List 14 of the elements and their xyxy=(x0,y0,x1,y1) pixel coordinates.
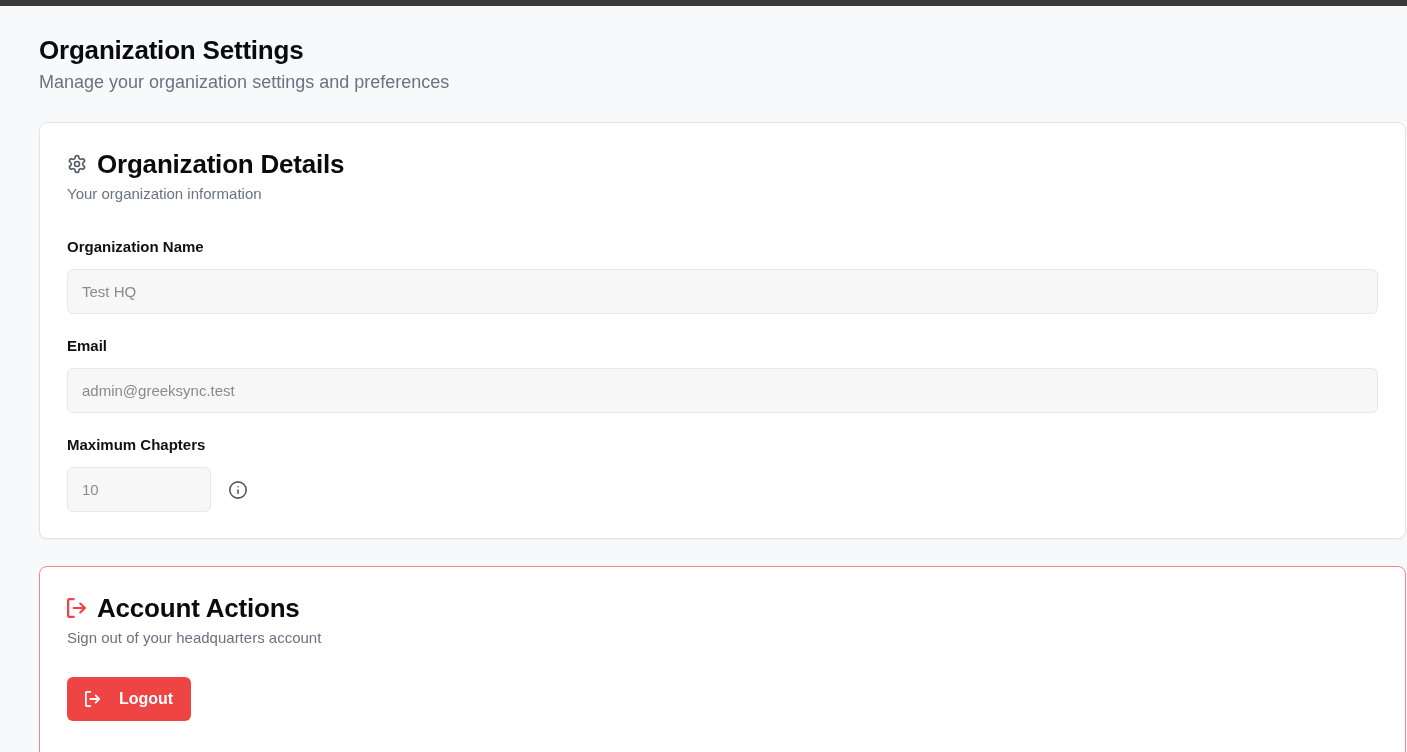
logout-button[interactable]: Logout xyxy=(67,677,192,721)
card-description: Sign out of your headquarters account xyxy=(67,628,323,648)
field-label: Maximum Chapters xyxy=(67,435,207,455)
field-label: Email xyxy=(67,336,109,356)
logout-icon xyxy=(67,598,87,618)
page-title: Organization Settings xyxy=(39,34,305,66)
page-subtitle: Manage your organization settings and preferences xyxy=(39,71,451,93)
field-label: Organization Name xyxy=(67,237,205,257)
settings-icon xyxy=(67,154,87,174)
logout-icon xyxy=(85,691,101,707)
card-description: Your organization information xyxy=(67,184,263,204)
info-icon[interactable] xyxy=(229,480,247,499)
card-title: Account Actions xyxy=(97,592,300,624)
card-title: Organization Details xyxy=(97,148,345,180)
